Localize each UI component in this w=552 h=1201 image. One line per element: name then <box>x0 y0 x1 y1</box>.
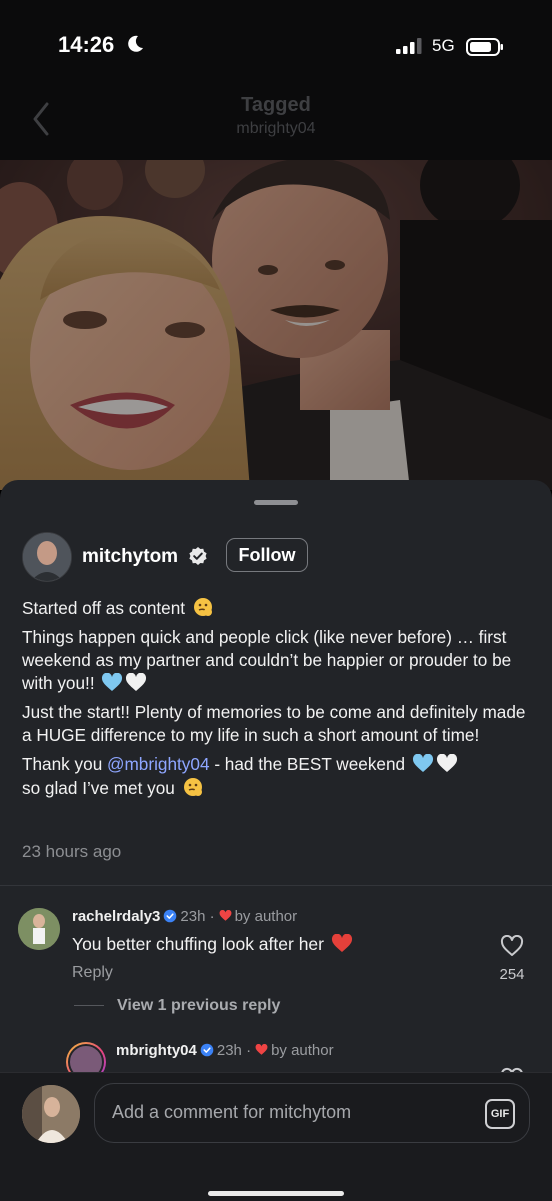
red-heart-icon <box>255 1044 268 1055</box>
gif-button[interactable]: GIF <box>485 1099 515 1129</box>
author-avatar[interactable] <box>22 532 72 582</box>
view-previous-replies-button[interactable]: View 1 previous reply <box>117 997 280 1015</box>
white-heart-icon <box>126 673 147 691</box>
home-indicator <box>208 1191 344 1196</box>
my-avatar <box>22 1085 80 1143</box>
post-timestamp: 23 hours ago <box>22 842 122 861</box>
sheet-drag-handle[interactable] <box>254 500 298 505</box>
caption-line-2: Things happen quick and people click (li… <box>22 627 512 693</box>
page-header: Tagged mbrighty04 <box>0 90 552 160</box>
comment-compose-bar: Add a comment for mitchytom GIF <box>0 1072 552 1201</box>
red-heart-icon <box>219 910 232 921</box>
comment-username[interactable]: rachelrdaly3 <box>72 908 160 925</box>
liked-by-author: by author <box>234 908 298 925</box>
liked-by-author: by author <box>271 1042 334 1059</box>
light-blue-heart-icon <box>102 673 123 691</box>
status-bar: 14:26 5G <box>0 0 552 90</box>
author-username[interactable]: mitchytom <box>82 546 178 568</box>
verified-badge-icon <box>164 909 177 923</box>
commenter-avatar[interactable] <box>18 908 60 950</box>
caption-line-1: Started off as content <box>22 596 534 620</box>
comment-text: You better chuffing look after her <box>72 934 353 955</box>
verified-badge-icon <box>189 547 207 565</box>
reply-time: 23h <box>216 1042 242 1059</box>
like-heart-icon[interactable] <box>500 935 524 957</box>
page-subtitle: mbrighty04 <box>236 120 316 137</box>
melting-face-emoji-icon <box>193 598 212 616</box>
comment-input-placeholder: Add a comment for mitchytom <box>112 1102 352 1122</box>
caption-line-4: Thank you @mbrighty04 - had the BEST wee… <box>22 753 534 800</box>
page-title: Tagged <box>241 94 311 116</box>
white-heart-icon <box>436 754 457 772</box>
divider <box>0 885 552 886</box>
verified-badge-icon <box>200 1043 214 1057</box>
like-count: 254 <box>499 966 525 983</box>
reply-button[interactable]: Reply <box>72 964 113 982</box>
post-author-row: mitchytom Follow <box>22 532 522 582</box>
light-blue-heart-icon <box>412 754 433 772</box>
photo-dim-overlay <box>0 160 552 490</box>
caption-line-3: Just the start!! Plenty of memories to b… <box>22 702 526 745</box>
follow-button[interactable]: Follow <box>226 538 308 572</box>
network-type: 5G <box>432 36 455 55</box>
mention-link[interactable]: @mbrighty04 <box>107 754 209 774</box>
comment-header: rachelrdaly3 23h · by author <box>72 908 298 925</box>
moon-icon <box>128 35 143 52</box>
reply-username[interactable]: mbrighty04 <box>116 1042 197 1059</box>
post-photo[interactable] <box>0 160 552 490</box>
post-caption: Started off as content Things happen qui… <box>22 596 534 806</box>
signal-icon <box>396 38 422 54</box>
comment-time: 23h <box>180 908 206 925</box>
battery-icon <box>466 38 503 56</box>
comment-input[interactable]: Add a comment for mitchytom GIF <box>94 1083 530 1143</box>
red-heart-icon <box>331 934 352 952</box>
melting-face-emoji-icon <box>183 778 202 796</box>
reply-header: mbrighty04 23h · by author <box>116 1042 334 1059</box>
replies-line <box>74 1005 104 1006</box>
status-time: 14:26 <box>58 32 115 57</box>
